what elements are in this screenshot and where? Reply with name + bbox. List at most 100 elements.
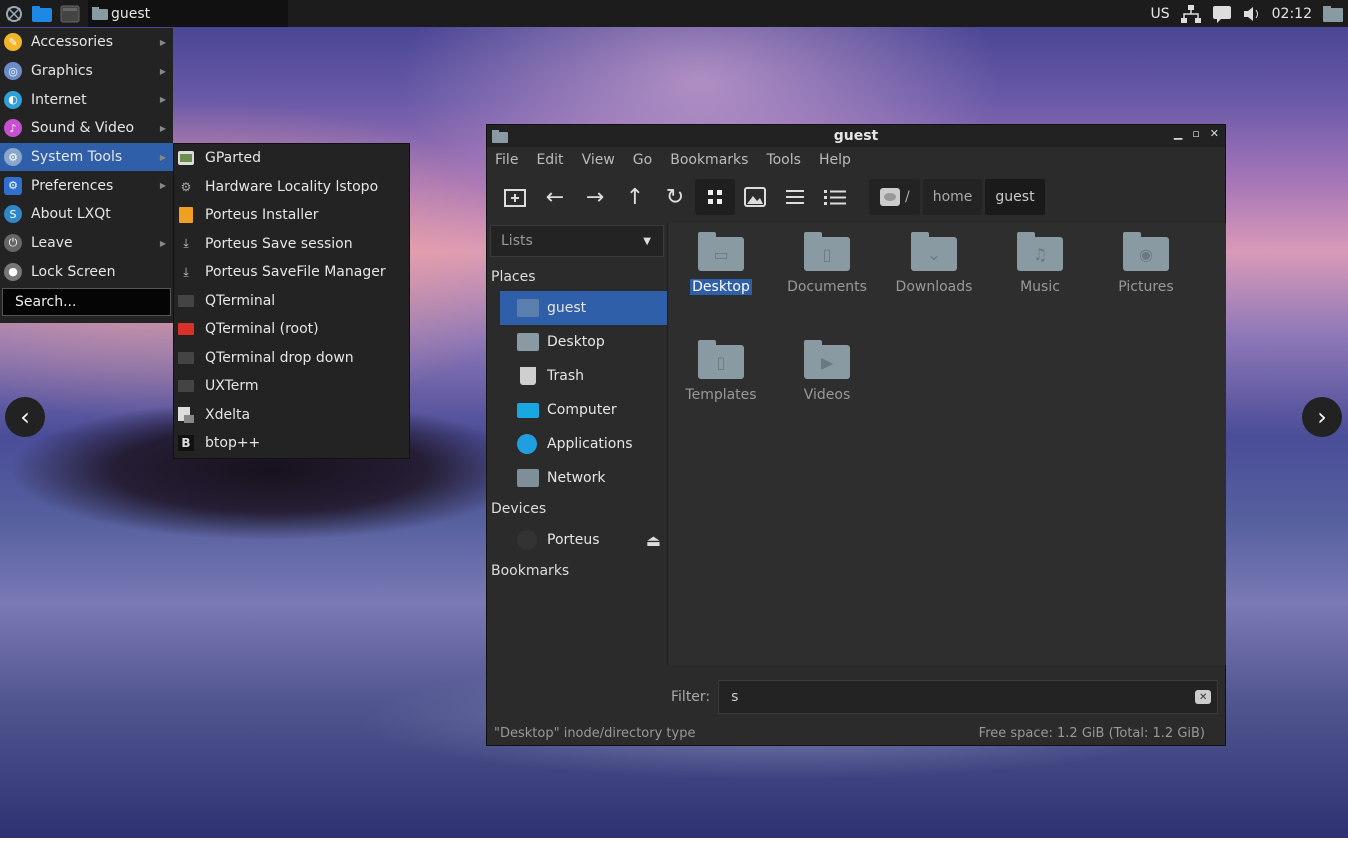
- folder-documents[interactable]: ▯ Documents: [777, 232, 877, 295]
- network-folder-icon: [517, 469, 539, 487]
- menu-item-leave[interactable]: ⏻ Leave ▶: [0, 229, 173, 258]
- window-titlebar[interactable]: guest ▁ ▫ ✕: [487, 125, 1225, 147]
- terminal-icon: [60, 5, 80, 22]
- menu-item-graphics[interactable]: ◎ Graphics ▶: [0, 57, 173, 86]
- menu-search-input[interactable]: Search...: [2, 288, 171, 317]
- folder-music[interactable]: ♫ Music: [990, 232, 1090, 295]
- previous-wallpaper-button[interactable]: ‹: [5, 397, 45, 437]
- place-applications[interactable]: Applications: [500, 427, 667, 461]
- menu-item-internet[interactable]: ◐ Internet ▶: [0, 85, 173, 114]
- start-menu-button[interactable]: [0, 0, 28, 27]
- gparted-icon: [178, 150, 194, 166]
- menu-file[interactable]: File: [495, 152, 518, 168]
- list-icon: [786, 190, 804, 204]
- submenu-item-qterminal-dropdown[interactable]: QTerminal drop down: [174, 344, 409, 373]
- xdelta-icon: [178, 406, 194, 423]
- folder-downloads[interactable]: ⌄ Downloads: [884, 232, 984, 295]
- submenu-item-qterminal-root[interactable]: QTerminal (root): [174, 315, 409, 344]
- keyboard-layout-indicator[interactable]: US: [1151, 6, 1170, 22]
- menu-edit[interactable]: Edit: [536, 152, 563, 168]
- place-network[interactable]: Network: [500, 461, 667, 495]
- menu-item-about[interactable]: S About LXQt: [0, 200, 173, 229]
- folder-pictures[interactable]: ◉ Pictures: [1096, 232, 1196, 295]
- submenu-item-label: QTerminal: [205, 292, 276, 309]
- submenu-item-qterminal[interactable]: QTerminal: [174, 287, 409, 316]
- trash-icon: [520, 367, 536, 385]
- folder-videos[interactable]: ▶ Videos: [777, 340, 877, 403]
- clock[interactable]: 02:12: [1272, 6, 1312, 22]
- submenu-item-label: Porteus SaveFile Manager: [205, 264, 386, 281]
- clear-icon[interactable]: ✕: [1195, 690, 1212, 704]
- menu-item-lock-screen[interactable]: ● Lock Screen: [0, 258, 173, 287]
- menu-item-accessories[interactable]: ✎ Accessories ▶: [0, 28, 173, 57]
- place-guest[interactable]: guest: [500, 291, 667, 325]
- submenu-item-lstopo[interactable]: ⚙ Hardware Locality lstopo: [174, 173, 409, 202]
- menu-item-label: Accessories: [31, 34, 114, 51]
- folder-label: Downloads: [895, 279, 973, 295]
- device-porteus[interactable]: Porteus ⏏: [500, 523, 667, 557]
- menu-help[interactable]: Help: [819, 152, 851, 168]
- close-icon[interactable]: ✕: [1210, 127, 1219, 140]
- filter-input[interactable]: s ✕: [718, 680, 1219, 714]
- place-computer[interactable]: Computer: [500, 393, 667, 427]
- submenu-item-porteus-installer[interactable]: Porteus Installer: [174, 201, 409, 230]
- next-wallpaper-button[interactable]: ›: [1302, 397, 1342, 437]
- submenu-item-save-session[interactable]: ⤓ Porteus Save session: [174, 230, 409, 259]
- breadcrumb-root[interactable]: /: [869, 179, 920, 215]
- network-icon[interactable]: [1180, 4, 1202, 24]
- back-button[interactable]: ←: [535, 179, 575, 215]
- forward-button[interactable]: →: [575, 179, 615, 215]
- menu-item-label: System Tools: [31, 149, 123, 166]
- place-label: guest: [547, 300, 587, 316]
- breadcrumb-guest[interactable]: guest: [985, 179, 1045, 215]
- menu-tools[interactable]: Tools: [766, 152, 801, 168]
- folder-desktop[interactable]: ▭ Desktop: [671, 232, 771, 295]
- submenu-item-btop[interactable]: B btop++: [174, 429, 409, 458]
- menu-item-preferences[interactable]: ⚙ Preferences ▶: [0, 171, 173, 200]
- menu-go[interactable]: Go: [633, 152, 652, 168]
- taskbar-window-button[interactable]: guest: [88, 0, 288, 27]
- submenu-item-label: UXTerm: [205, 378, 259, 395]
- folder-templates[interactable]: ▯ Templates: [671, 340, 771, 403]
- submenu-item-savefile-manager[interactable]: ⤓ Porteus SaveFile Manager: [174, 258, 409, 287]
- menu-view[interactable]: View: [582, 152, 615, 168]
- compact-view-button[interactable]: [775, 179, 815, 215]
- volume-icon[interactable]: [1242, 5, 1262, 23]
- file-manager-launcher[interactable]: [28, 0, 56, 27]
- submenu-item-xdelta[interactable]: Xdelta: [174, 401, 409, 430]
- eject-icon[interactable]: ⏏: [646, 531, 661, 550]
- submenu-item-uxterm[interactable]: UXTerm: [174, 372, 409, 401]
- drive-icon: [880, 188, 900, 206]
- menu-bookmarks[interactable]: Bookmarks: [670, 152, 748, 168]
- status-bar: "Desktop" inode/directory type Free spac…: [487, 721, 1225, 745]
- templates-folder-icon: ▯: [698, 340, 744, 379]
- submenu-arrow-icon: ▶: [159, 37, 166, 47]
- up-button[interactable]: ↑: [615, 179, 655, 215]
- side-pane-mode-select[interactable]: Lists ▼: [490, 225, 664, 257]
- icon-view-button[interactable]: [695, 179, 735, 215]
- system-tools-submenu: GParted ⚙ Hardware Locality lstopo Porte…: [173, 143, 410, 459]
- breadcrumb-home[interactable]: home: [922, 179, 983, 215]
- file-manager-window: guest ▁ ▫ ✕ File Edit View Go Bookmarks …: [486, 124, 1226, 746]
- disk-icon: [517, 530, 537, 550]
- reload-button[interactable]: ↻: [655, 179, 695, 215]
- download-icon: ⤓: [183, 236, 189, 251]
- menu-item-system-tools[interactable]: ⚙ System Tools ▶: [0, 142, 173, 172]
- desktop-folder-icon: [517, 333, 539, 351]
- download-icon: ⤓: [183, 264, 189, 279]
- menu-item-sound-video[interactable]: ♪ Sound & Video ▶: [0, 114, 173, 143]
- new-tab-button[interactable]: [495, 179, 535, 215]
- arrow-up-icon: ↑: [625, 184, 645, 210]
- place-desktop[interactable]: Desktop: [500, 325, 667, 359]
- maximize-icon[interactable]: ▫: [1192, 127, 1199, 140]
- thumbnail-view-button[interactable]: [735, 179, 775, 215]
- place-trash[interactable]: Trash: [500, 359, 667, 393]
- show-desktop-icon[interactable]: [1322, 5, 1344, 23]
- minimize-icon[interactable]: ▁: [1174, 127, 1182, 140]
- notification-icon[interactable]: [1212, 5, 1232, 23]
- menu-item-label: Internet: [31, 91, 87, 108]
- detailed-view-button[interactable]: [815, 179, 855, 215]
- submenu-item-gparted[interactable]: GParted: [174, 144, 409, 173]
- terminal-launcher[interactable]: [56, 0, 84, 27]
- menu-item-label: Sound & Video: [31, 120, 135, 137]
